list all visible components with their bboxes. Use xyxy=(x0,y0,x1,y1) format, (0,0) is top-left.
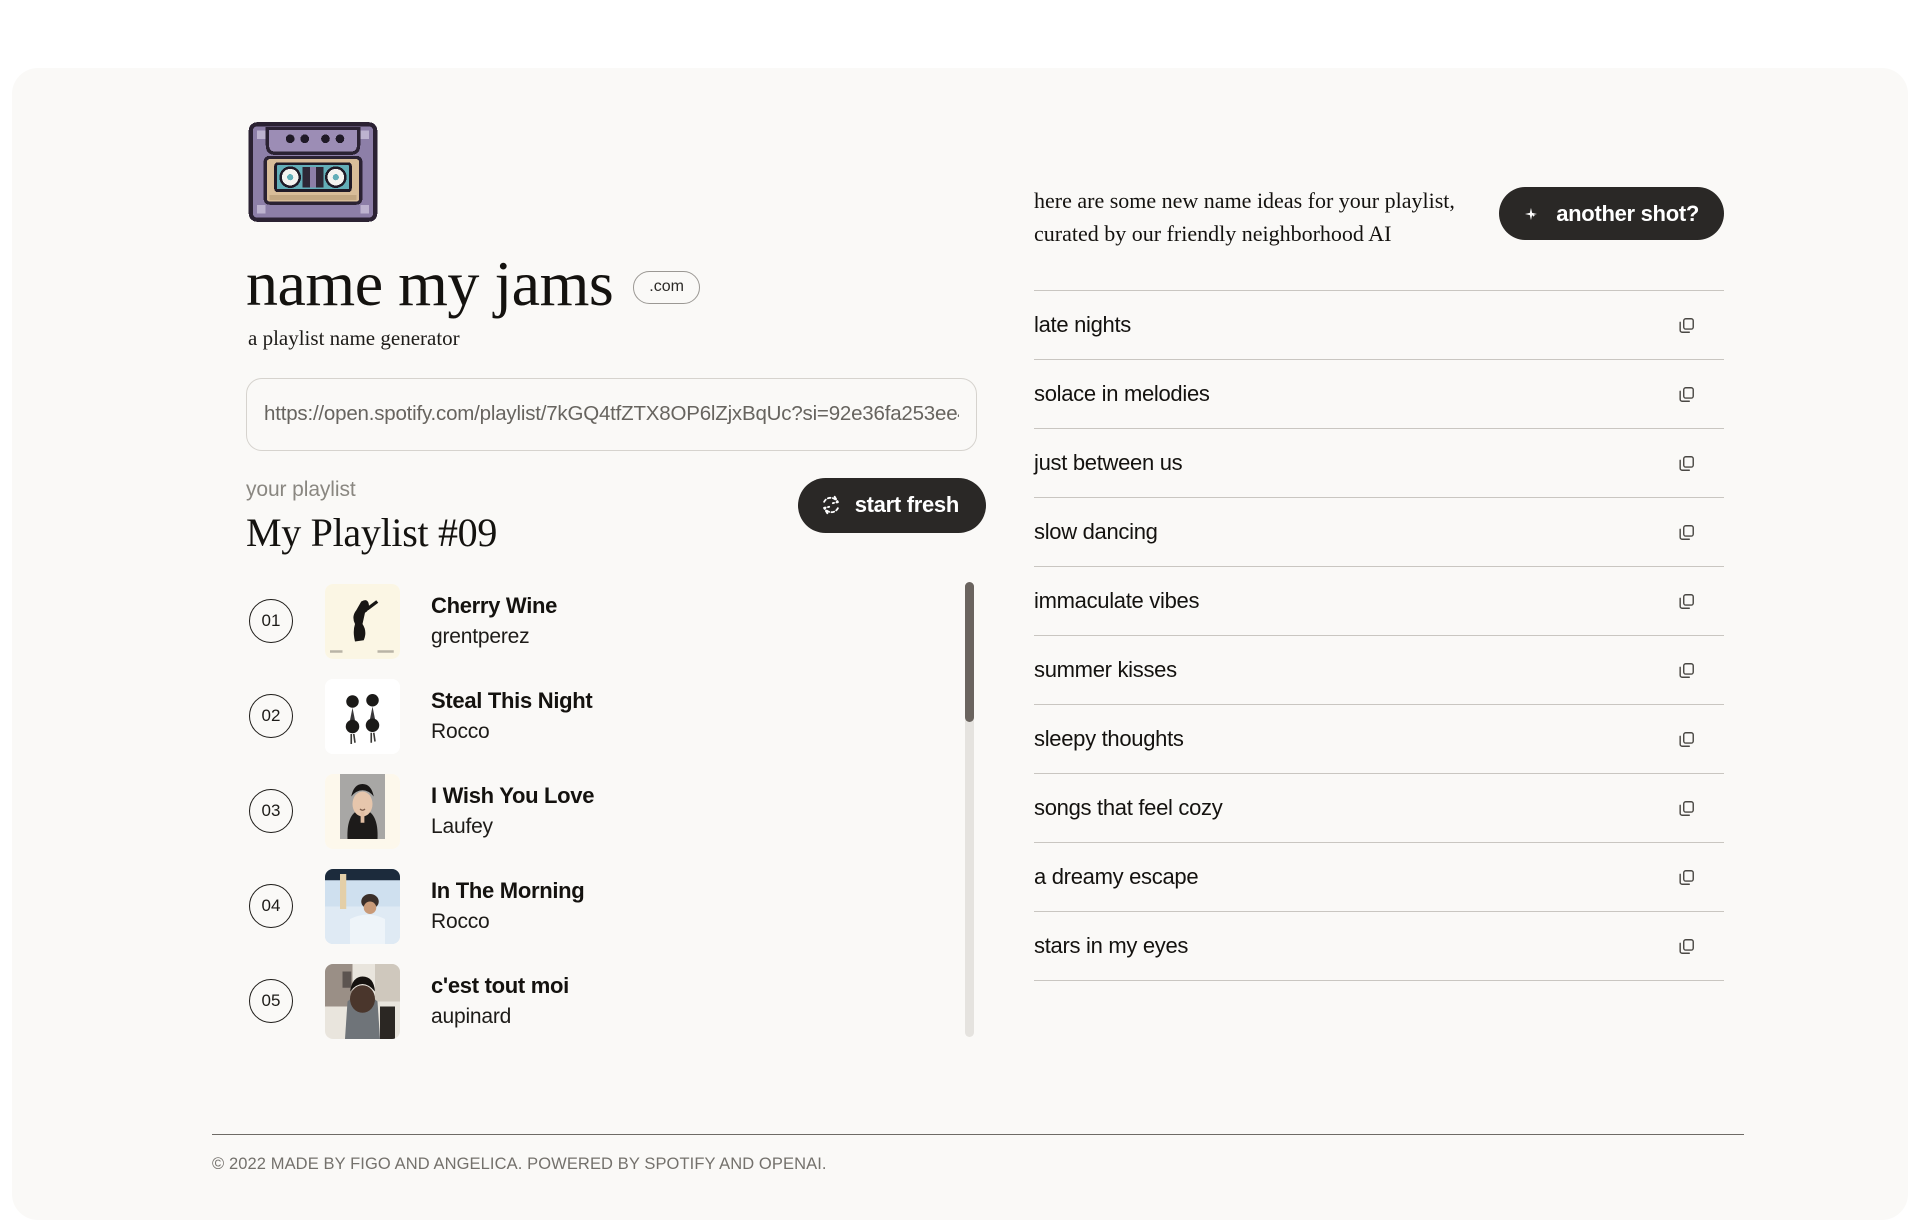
track-title: I Wish You Love xyxy=(431,783,595,809)
page-title: name my jams xyxy=(246,248,614,319)
list-item[interactable]: slow dancing xyxy=(1034,498,1724,567)
track-title: Steal This Night xyxy=(431,688,593,714)
copy-icon xyxy=(1677,454,1696,473)
track-list: 01 Cherry Wine grentperez 02 Steal This … xyxy=(246,574,936,1049)
track-list-scrollbar-thumb[interactable] xyxy=(965,581,974,722)
track-list-scrollbar[interactable] xyxy=(965,581,974,1037)
tagline: a playlist name generator xyxy=(248,325,460,350)
track-title: c'est tout moi xyxy=(431,973,569,999)
album-art xyxy=(325,868,400,944)
copy-button[interactable] xyxy=(1673,657,1700,684)
list-item[interactable]: late nights xyxy=(1034,291,1724,360)
copy-icon xyxy=(1677,868,1696,887)
suggestion-label: slow dancing xyxy=(1034,519,1158,544)
copy-icon xyxy=(1677,730,1696,749)
start-fresh-label: start fresh xyxy=(854,492,960,518)
suggestion-label: a dreamy escape xyxy=(1034,864,1199,889)
copy-icon xyxy=(1677,316,1696,335)
track-row[interactable]: 03 I Wish You Love Laufey xyxy=(246,764,936,859)
copy-button[interactable] xyxy=(1673,450,1700,477)
suggestions-column: here are some new name ideas for your pl… xyxy=(1034,185,1724,981)
copy-icon xyxy=(1677,799,1696,818)
copy-button[interactable] xyxy=(1673,933,1700,960)
track-meta: I Wish You Love Laufey xyxy=(431,783,594,839)
suggestion-label: songs that feel cozy xyxy=(1034,795,1223,820)
copy-button[interactable] xyxy=(1673,795,1700,822)
playlist-url-value: https://open.spotify.com/playlist/7kGQ4t… xyxy=(264,402,959,426)
list-item[interactable]: sleepy thoughts xyxy=(1034,705,1724,774)
suggestion-label: sleepy thoughts xyxy=(1034,726,1184,751)
album-art xyxy=(325,583,400,659)
brand-title-row: name my jams .com xyxy=(246,248,986,319)
copy-icon xyxy=(1677,523,1696,542)
track-number: 02 xyxy=(249,694,293,739)
track-artist: Rocco xyxy=(431,910,490,934)
track-row[interactable]: 01 Cherry Wine grentperez xyxy=(246,574,936,669)
footer-text: © 2022 MADE BY FIGO AND ANGELICA. POWERE… xyxy=(212,1155,827,1173)
suggestions-header: here are some new name ideas for your pl… xyxy=(1034,185,1724,263)
list-item[interactable]: songs that feel cozy xyxy=(1034,774,1724,843)
copy-icon xyxy=(1677,661,1696,680)
page-card: name my jams .com a playlist name genera… xyxy=(12,68,1908,1220)
suggestion-label: summer kisses xyxy=(1034,657,1177,682)
list-item[interactable]: a dreamy escape xyxy=(1034,843,1724,912)
track-list-container: 01 Cherry Wine grentperez 02 Steal This … xyxy=(246,574,986,1044)
playlist-header: your playlist My Playlist #09 start fres… xyxy=(246,477,986,562)
copy-button[interactable] xyxy=(1673,726,1700,753)
track-row[interactable]: 04 In The Morning Rocco xyxy=(246,859,936,954)
copy-button[interactable] xyxy=(1673,312,1700,339)
track-artist: Laufey xyxy=(431,815,493,839)
copy-button[interactable] xyxy=(1673,864,1700,891)
track-artist: grentperez xyxy=(431,625,530,649)
list-item[interactable]: just between us xyxy=(1034,429,1724,498)
copy-button[interactable] xyxy=(1673,381,1700,408)
copy-button[interactable] xyxy=(1673,519,1700,546)
suggestion-label: just between us xyxy=(1034,450,1183,475)
list-item[interactable]: immaculate vibes xyxy=(1034,567,1724,636)
another-shot-label: another shot? xyxy=(1556,200,1699,226)
track-row[interactable]: 05 c'est tout moi aupinard xyxy=(246,954,936,1049)
track-title: In The Morning xyxy=(431,878,585,904)
ai-blurb: here are some new name ideas for your pl… xyxy=(1034,188,1455,246)
copy-icon xyxy=(1677,937,1696,956)
footer: © 2022 MADE BY FIGO AND ANGELICA. POWERE… xyxy=(212,1134,1744,1174)
another-shot-button[interactable]: another shot? xyxy=(1499,187,1724,240)
track-number: 03 xyxy=(249,789,293,834)
track-title: Cherry Wine xyxy=(431,593,558,619)
suggestion-label: solace in melodies xyxy=(1034,381,1210,406)
track-meta: Cherry Wine grentperez xyxy=(431,593,557,649)
cassette-tape-icon xyxy=(248,122,378,222)
album-art xyxy=(325,678,400,754)
refresh-icon xyxy=(820,494,842,516)
copy-icon xyxy=(1677,385,1696,404)
suggestion-label: late nights xyxy=(1034,312,1131,337)
sparkle-icon xyxy=(1520,203,1542,225)
track-number: 05 xyxy=(249,979,293,1024)
track-meta: Steal This Night Rocco xyxy=(431,688,593,744)
suggestion-label: immaculate vibes xyxy=(1034,588,1200,613)
track-meta: In The Morning Rocco xyxy=(431,878,585,934)
list-item[interactable]: solace in melodies xyxy=(1034,360,1724,429)
track-row[interactable]: 02 Steal This Night Rocco xyxy=(246,669,936,764)
album-art xyxy=(325,773,400,849)
copy-button[interactable] xyxy=(1673,588,1700,615)
track-artist: aupinard xyxy=(431,1005,512,1029)
track-artist: Rocco xyxy=(431,720,490,744)
copy-icon xyxy=(1677,592,1696,611)
track-number: 04 xyxy=(249,884,293,929)
suggestion-label: stars in my eyes xyxy=(1034,933,1189,958)
list-item[interactable]: stars in my eyes xyxy=(1034,912,1724,981)
track-meta: c'est tout moi aupinard xyxy=(431,973,569,1029)
track-number: 01 xyxy=(249,599,293,644)
list-item[interactable]: summer kisses xyxy=(1034,636,1724,705)
start-fresh-button[interactable]: start fresh xyxy=(797,477,986,533)
playlist-url-input[interactable]: https://open.spotify.com/playlist/7kGQ4t… xyxy=(246,377,977,451)
suggestion-list: late nights solace in melodies just betw… xyxy=(1034,290,1724,981)
album-art xyxy=(325,963,400,1039)
left-column: name my jams .com a playlist name genera… xyxy=(246,116,986,1044)
tld-badge: .com xyxy=(633,270,700,304)
